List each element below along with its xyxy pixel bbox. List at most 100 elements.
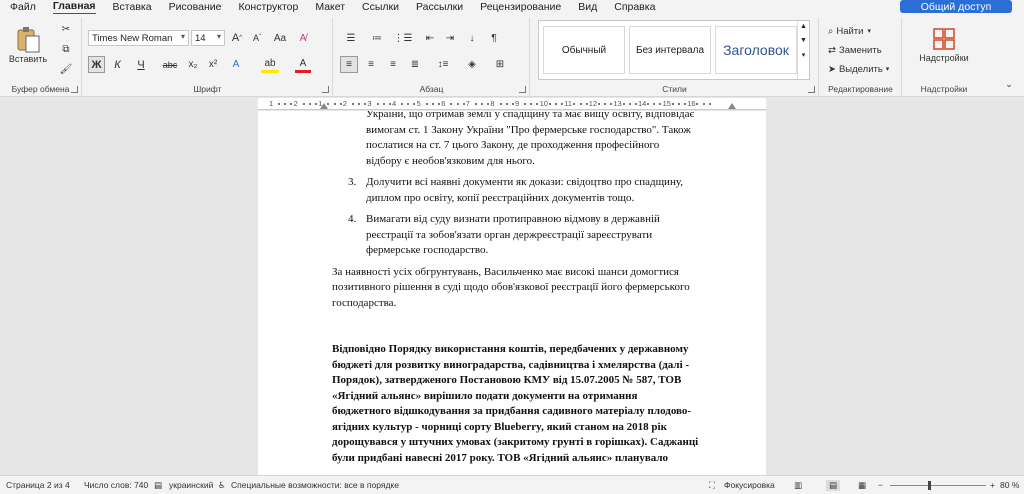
- focus-icon[interactable]: ⛶: [709, 480, 715, 491]
- shrink-font-button[interactable]: Aˇ: [249, 31, 265, 45]
- menu-item[interactable]: Макет: [315, 1, 345, 13]
- focus-mode[interactable]: Фокусировка: [724, 480, 775, 490]
- ruler-tick: [413, 103, 416, 105]
- paragraph-launcher-icon[interactable]: [519, 86, 526, 93]
- zoom-in-icon[interactable]: +: [990, 480, 995, 490]
- cut-icon[interactable]: ✂: [58, 22, 74, 36]
- copy-icon[interactable]: ⧉: [58, 42, 74, 56]
- style-normal[interactable]: Обычный: [543, 26, 625, 74]
- proofing-icon[interactable]: ▤: [154, 480, 162, 491]
- clipboard-group-label: Буфер обмена: [11, 84, 70, 94]
- zoom-out-icon[interactable]: −: [878, 480, 883, 490]
- accessibility-status[interactable]: Специальные возможности: все в порядке: [231, 480, 399, 490]
- text-line: господарства.: [332, 296, 397, 309]
- grow-font-button[interactable]: A ^: [229, 31, 245, 45]
- align-left-icon[interactable]: ≡: [340, 56, 358, 73]
- bullets-icon[interactable]: ☰: [340, 30, 362, 46]
- ruler-tick: [524, 103, 527, 105]
- format-painter-icon[interactable]: 🖌: [58, 62, 74, 76]
- italic-button[interactable]: К: [109, 56, 126, 73]
- word-count[interactable]: Число слов: 740: [84, 480, 148, 490]
- accessibility-icon[interactable]: ♿: [218, 480, 226, 491]
- text-line: були придбані навесні 2017 року. ТОВ «Яг…: [332, 451, 669, 464]
- text-effects-icon[interactable]: A: [228, 56, 244, 73]
- menu-item[interactable]: Вид: [578, 1, 597, 13]
- web-layout-icon[interactable]: ▦: [858, 480, 866, 491]
- font-size-combo[interactable]: 14 ▾: [191, 30, 225, 46]
- text-line: бюджетного відшкодування за придбання са…: [332, 405, 692, 417]
- justify-icon[interactable]: ≣: [406, 56, 424, 73]
- style-heading[interactable]: Заголовок: [715, 26, 797, 74]
- find-label: Найти: [836, 25, 864, 37]
- chevron-down-icon: ▾: [180, 32, 185, 41]
- right-indent-marker[interactable]: [728, 103, 736, 109]
- text-line: відбору є необов'язковим для нього.: [366, 154, 535, 167]
- ruler-tick: [278, 103, 281, 105]
- strikethrough-button[interactable]: abc: [160, 56, 180, 73]
- first-line-indent-marker[interactable]: [320, 103, 328, 109]
- font-launcher-icon[interactable]: [322, 86, 329, 93]
- sort-icon[interactable]: ↓: [464, 30, 480, 46]
- menu-item[interactable]: Рецензирование: [480, 1, 561, 13]
- find-button[interactable]: ⌕ Найти ▾: [828, 24, 871, 38]
- increase-indent-icon[interactable]: ⇥: [442, 30, 458, 46]
- font-size: 14: [195, 32, 206, 44]
- print-layout-icon[interactable]: ▤: [826, 479, 841, 491]
- collapse-ribbon-icon[interactable]: ⌄: [1002, 78, 1016, 90]
- highlight-button[interactable]: ab: [261, 56, 279, 73]
- menu-item[interactable]: Главная: [52, 0, 96, 15]
- align-right-icon[interactable]: ≡: [384, 56, 402, 73]
- share-label: Общий доступ: [920, 0, 992, 13]
- gallery-scroll[interactable]: ▲ ▼ ▾: [797, 21, 809, 79]
- align-center-icon[interactable]: ≡: [362, 56, 380, 73]
- text-line: Відповідно Порядку використання коштів, …: [332, 343, 689, 355]
- addins-button[interactable]: Надстройки: [913, 22, 975, 68]
- text-line: 3.: [348, 176, 357, 188]
- superscript-label: x²: [208, 59, 218, 70]
- page-count[interactable]: Страница 2 из 4: [6, 480, 70, 490]
- ruler-tick: [579, 103, 582, 105]
- menu-item[interactable]: Файл: [10, 1, 36, 13]
- line-spacing-icon[interactable]: ↕≡: [432, 56, 454, 73]
- gallery-more-icon[interactable]: ▾: [798, 51, 809, 59]
- replace-button[interactable]: ⇄ Заменить: [828, 43, 882, 57]
- change-case-button[interactable]: Aa: [271, 31, 289, 45]
- select-button[interactable]: ➤ Выделить ▾: [828, 62, 889, 76]
- ruler-number: 1: [269, 99, 274, 108]
- chevron-up-icon[interactable]: ▲: [798, 23, 809, 30]
- zoom-slider-thumb[interactable]: [928, 481, 932, 490]
- menu-item[interactable]: Рисование: [169, 1, 222, 13]
- share-button[interactable]: Общий доступ: [900, 0, 1012, 13]
- menu-item[interactable]: Ссылки: [362, 1, 399, 13]
- underline-button[interactable]: Ч: [130, 56, 152, 73]
- chevron-down-icon[interactable]: ▼: [798, 37, 809, 44]
- language[interactable]: украинский: [169, 480, 213, 490]
- styles-launcher-icon[interactable]: [808, 86, 815, 93]
- menu-item[interactable]: Вставка: [113, 1, 152, 13]
- style-heading-label: Заголовок: [723, 42, 789, 58]
- clipboard-launcher-icon[interactable]: [71, 86, 78, 93]
- ruler-tick: [511, 103, 514, 105]
- shading-icon[interactable]: ◈: [462, 56, 482, 73]
- clear-format-icon[interactable]: A̸: [295, 31, 311, 45]
- numbering-icon[interactable]: ≔: [366, 30, 388, 46]
- horizontal-ruler[interactable]: 1 2 1 2 3 4 5 6 7 8 9 10 11 12 13 14 15 16: [258, 98, 766, 110]
- font-name-combo[interactable]: Times New Roman ▾: [88, 30, 189, 46]
- zoom-slider[interactable]: [890, 481, 986, 490]
- zoom-level[interactable]: 80 %: [1000, 480, 1019, 490]
- paste-button[interactable]: Вставить: [6, 20, 50, 70]
- menu-item[interactable]: Справка: [614, 1, 655, 13]
- show-marks-icon[interactable]: ¶: [486, 30, 502, 46]
- subscript-button[interactable]: x₂: [185, 56, 201, 73]
- read-mode-icon[interactable]: ▥: [794, 480, 802, 491]
- borders-icon[interactable]: ⊞: [490, 56, 510, 73]
- bold-button[interactable]: Ж: [88, 56, 105, 73]
- style-no-spacing[interactable]: Без интервала: [629, 26, 711, 74]
- menu-item[interactable]: Конструктор: [238, 1, 298, 13]
- document-page[interactable]: України, що отримав землі у спадщину та …: [258, 111, 766, 475]
- multilevel-list-icon[interactable]: ⋮☰: [392, 30, 414, 46]
- font-color-button[interactable]: A: [295, 56, 311, 73]
- menu-item[interactable]: Рассылки: [416, 1, 463, 13]
- superscript-button[interactable]: x²: [205, 56, 221, 73]
- decrease-indent-icon[interactable]: ⇤: [422, 30, 438, 46]
